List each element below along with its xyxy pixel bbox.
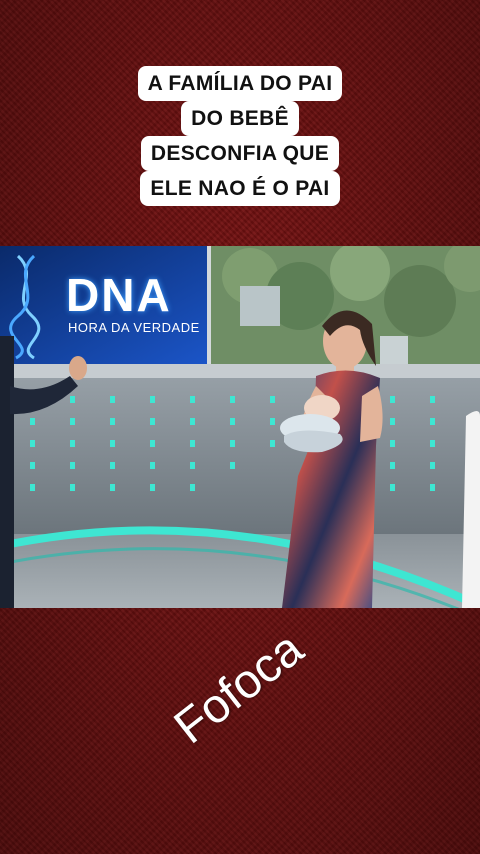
caption-line-3: DESCONFIA QUE <box>140 136 340 171</box>
reel-frame: A FAMÍLIA DO PAI DO BEBÊ DESCONFIA QUE E… <box>0 0 480 854</box>
video-player[interactable]: DNA HORA DA VERDADE <box>0 246 480 608</box>
watermark-text: Fofoca <box>164 622 314 755</box>
show-logo-subtitle: HORA DA VERDADE <box>68 320 200 335</box>
caption-line-4: ELE NAO É O PAI <box>140 171 340 206</box>
caption-line-1: A FAMÍLIA DO PAI <box>137 66 343 101</box>
caption-block: A FAMÍLIA DO PAI DO BEBÊ DESCONFIA QUE E… <box>0 66 480 206</box>
caption-line-2: DO BEBÊ <box>181 101 299 136</box>
show-logo-title: DNA <box>66 269 172 321</box>
